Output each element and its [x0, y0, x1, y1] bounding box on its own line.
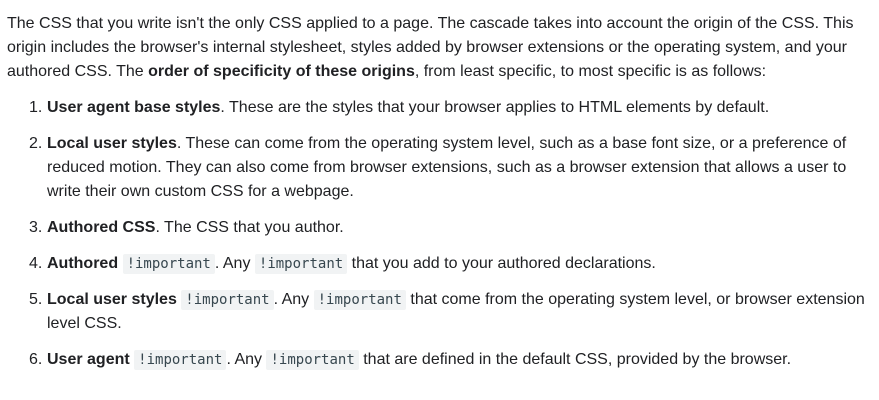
item-title: User agent base styles — [47, 99, 221, 116]
list-item: 5. Local user styles !important. Any !imp… — [29, 288, 871, 336]
item-text: . Any — [214, 255, 255, 272]
item-text: . The CSS that you author. — [155, 219, 344, 236]
code-important: !important — [181, 290, 274, 310]
article-body: The CSS that you write isn't the only CS… — [0, 0, 879, 372]
code-important: !important — [254, 254, 348, 274]
item-text: . Any — [273, 291, 314, 308]
item-text: that are defined in the default CSS, pro… — [358, 351, 792, 368]
list-number: 1. — [29, 99, 43, 116]
origin-order-list: 1. User agent base styles. These are the … — [7, 96, 871, 372]
code-important: !important — [313, 290, 406, 310]
code-important: !important — [266, 350, 359, 370]
list-item: 1. User agent base styles. These are the … — [29, 96, 871, 120]
item-title: Authored CSS — [47, 219, 156, 236]
list-number: 2. — [29, 135, 43, 152]
intro-text-end: , from least specific, to most specific … — [414, 63, 767, 80]
item-text: . Any — [226, 351, 267, 368]
item-text: . These are the styles that your browser… — [220, 99, 770, 116]
intro-paragraph: The CSS that you write isn't the only CS… — [7, 12, 871, 84]
code-important: !important — [122, 254, 215, 274]
list-number: 4. — [29, 255, 43, 272]
list-item: 6. User agent !important. Any !important … — [29, 348, 871, 372]
intro-emphasis: order of specificity of these origins — [148, 63, 415, 80]
list-number: 6. — [29, 351, 43, 368]
item-text: that you add to your authored declaratio… — [347, 255, 656, 272]
code-important: !important — [134, 350, 227, 370]
list-item: 2. Local user styles. These can come from… — [29, 132, 871, 204]
item-title: Authored — [47, 255, 119, 272]
list-number: 5. — [29, 291, 43, 308]
item-title: Local user styles — [47, 135, 177, 152]
list-item: 4. Authored !important. Any !important th… — [29, 252, 871, 276]
item-title: Local user styles — [47, 291, 177, 308]
item-title: User agent — [47, 351, 130, 368]
list-number: 3. — [29, 219, 43, 236]
list-item: 3. Authored CSS. The CSS that you author. — [29, 216, 871, 240]
